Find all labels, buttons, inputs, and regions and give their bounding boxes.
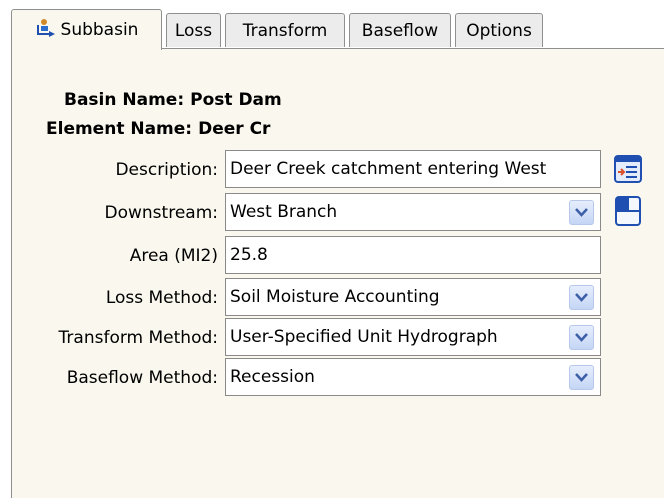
tab-label: Transform (242, 20, 328, 41)
downstream-value: West Branch (230, 202, 338, 222)
area-field[interactable]: 25.8 (225, 236, 601, 274)
transform-method-select[interactable]: User-Specified Unit Hydrograph (225, 318, 601, 356)
description-label: Description: (115, 160, 218, 180)
basin-name-value: Post Dam (190, 90, 282, 110)
tab-transform[interactable]: Transform (225, 13, 345, 47)
chevron-down-icon[interactable] (569, 199, 594, 225)
loss-method-value: Soil Moisture Accounting (230, 287, 440, 307)
tab-label: Subbasin (60, 20, 139, 40)
description-field[interactable]: Deer Creek catchment entering West (225, 150, 601, 188)
chevron-down-icon[interactable] (569, 284, 594, 310)
chevron-down-icon[interactable] (569, 364, 594, 390)
subbasin-icon (35, 18, 57, 43)
transform-method-value: User-Specified Unit Hydrograph (230, 327, 498, 347)
baseflow-method-label: Baseflow Method: (66, 368, 218, 388)
downstream-select[interactable]: West Branch (225, 193, 601, 231)
element-name-label: Element Name: (46, 119, 193, 139)
tab-subbasin[interactable]: Subbasin (11, 9, 162, 50)
description-editor-button[interactable] (613, 154, 643, 184)
area-value: 25.8 (230, 245, 268, 265)
downstream-select-icon (613, 196, 643, 232)
description-editor-icon (613, 155, 643, 189)
loss-method-label: Loss Method: (105, 288, 218, 308)
basin-name-line: Basin Name: Post Dam (64, 90, 282, 110)
baseflow-method-select[interactable]: Recession (225, 358, 601, 396)
tab-strip: Subbasin Loss Transform Baseflow Options (11, 9, 664, 50)
chevron-down-icon[interactable] (569, 324, 594, 350)
tab-options[interactable]: Options (455, 13, 543, 47)
baseflow-method-value: Recession (230, 367, 315, 387)
tab-label: Loss (174, 20, 213, 41)
downstream-select-button[interactable] (613, 195, 643, 226)
tab-loss[interactable]: Loss (166, 13, 221, 47)
description-value: Deer Creek catchment entering West (230, 159, 547, 179)
transform-method-label: Transform Method: (58, 328, 218, 348)
tab-label: Baseflow (361, 20, 439, 41)
element-name-value: Deer Cr (198, 119, 271, 139)
area-label: Area (MI2) (129, 246, 218, 266)
loss-method-select[interactable]: Soil Moisture Accounting (225, 278, 601, 316)
tab-baseflow[interactable]: Baseflow (349, 13, 451, 47)
downstream-label: Downstream: (104, 203, 218, 223)
tab-label: Options (466, 20, 532, 41)
basin-name-label: Basin Name: (64, 90, 185, 110)
element-name-line: Element Name: Deer Cr (46, 119, 270, 139)
